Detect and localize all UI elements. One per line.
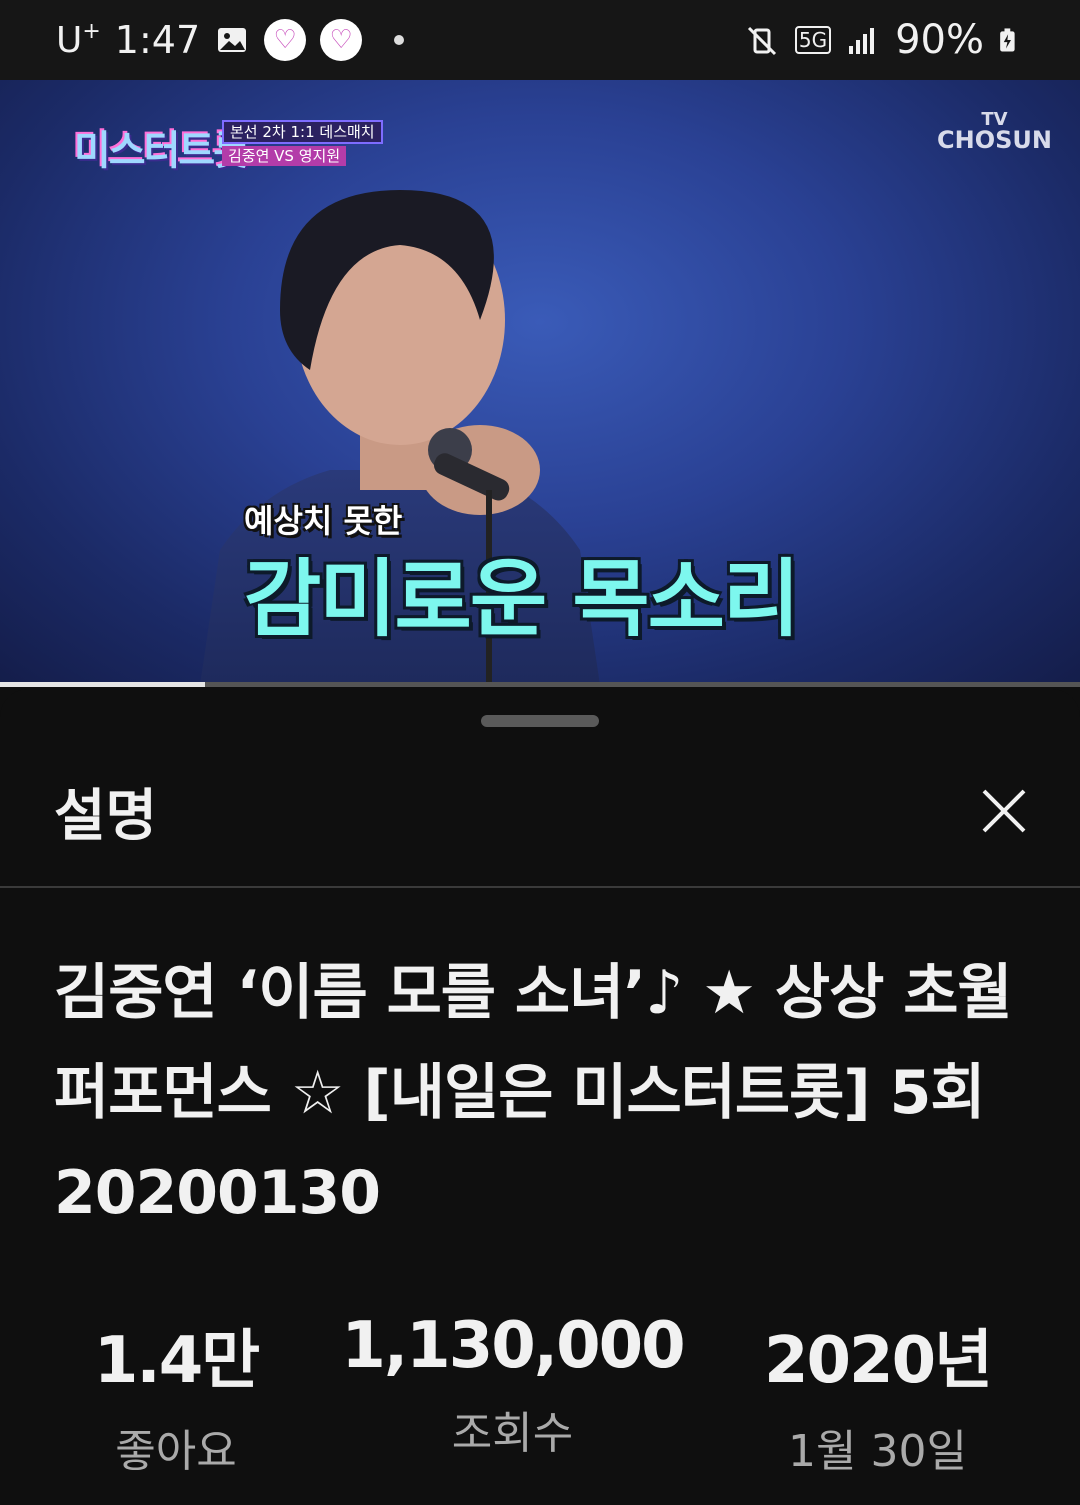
app-notification-icon: ♡ bbox=[320, 19, 363, 61]
views-stat: 1,130,000 조회수 bbox=[340, 1309, 685, 1461]
drag-handle[interactable] bbox=[481, 715, 599, 727]
broadcaster-logo: TV CHOSUN bbox=[937, 109, 1052, 154]
likes-value: 1.4만 bbox=[93, 1324, 260, 1398]
clock: 1:47 bbox=[114, 18, 201, 62]
views-label: 조회수 bbox=[451, 1408, 574, 1459]
date-stat: 2020년 1월 30일 bbox=[740, 1309, 1015, 1479]
battery-percent: 90% bbox=[895, 17, 984, 63]
status-left: U+ 1:47 ♡ ♡ bbox=[56, 18, 405, 62]
gallery-icon bbox=[218, 28, 247, 52]
match-tag: 본선 2차 1:1 데스매치 김중연 VS 영지원 bbox=[222, 120, 383, 166]
video-title: 김중연 ‘이름 모를 소녀’♪ ★ 상상 초월 퍼포먼스 ☆ [내일은 미스터트… bbox=[54, 958, 1013, 1228]
status-bar: U+ 1:47 ♡ ♡ 5G 90% bbox=[0, 0, 1080, 80]
close-icon[interactable] bbox=[970, 777, 1038, 845]
signal-icon bbox=[849, 28, 875, 54]
sheet-title: 설명 bbox=[54, 784, 158, 849]
vibrate-off-icon bbox=[747, 26, 776, 56]
battery-charging-icon bbox=[1000, 28, 1015, 52]
likes-stat: 1.4만 좋아요 bbox=[56, 1309, 296, 1479]
likes-label: 좋아요 bbox=[115, 1426, 237, 1477]
more-notifications-dot bbox=[394, 35, 405, 45]
video-progress-fill bbox=[0, 682, 206, 687]
date-year: 2020년 bbox=[763, 1324, 993, 1398]
divider bbox=[0, 886, 1080, 888]
description-sheet: 설명 김중연 ‘이름 모를 소녀’♪ ★ 상상 초월 퍼포먼스 ☆ [내일은 미… bbox=[0, 689, 1080, 1505]
carrier-label: U+ bbox=[56, 19, 101, 61]
status-right: 5G 90% bbox=[745, 17, 1024, 63]
views-value: 1,130,000 bbox=[341, 1309, 685, 1383]
caption-big: 감미로운 목소리 bbox=[244, 550, 800, 648]
video-progress-bar[interactable] bbox=[0, 682, 1080, 687]
network-type: 5G bbox=[794, 26, 832, 54]
video-player[interactable]: 미스터트롯 본선 2차 1:1 데스매치 김중연 VS 영지원 TV CHOSU… bbox=[0, 80, 1080, 685]
app-notification-icon: ♡ bbox=[264, 19, 307, 61]
date-day: 1월 30일 bbox=[788, 1426, 967, 1477]
